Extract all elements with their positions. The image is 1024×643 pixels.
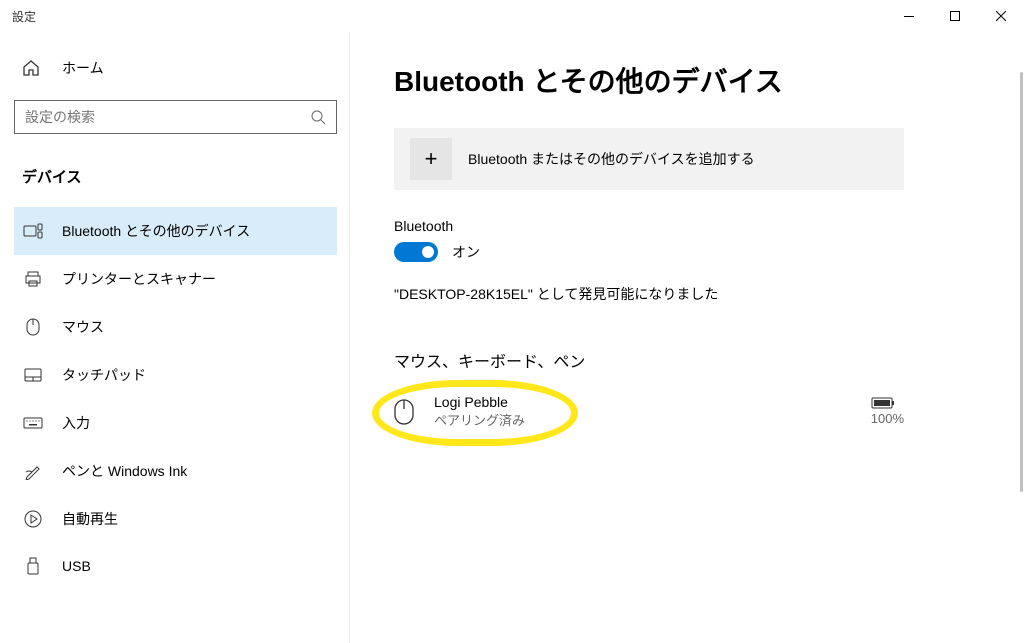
mouse-icon (22, 318, 44, 336)
search-icon (311, 110, 326, 125)
sidebar-item-bluetooth[interactable]: Bluetooth とその他のデバイス (14, 207, 337, 255)
titlebar: 設定 (0, 0, 1024, 32)
close-button[interactable] (978, 0, 1024, 32)
maximize-button[interactable] (932, 0, 978, 32)
keyboard-icon (22, 417, 44, 429)
sidebar-item-label: 入力 (62, 413, 90, 433)
add-device-label: Bluetooth またはその他のデバイスを追加する (468, 149, 755, 169)
close-icon (996, 11, 1006, 21)
sidebar-item-touchpad[interactable]: タッチパッド (14, 351, 337, 399)
bluetooth-state: オン (452, 242, 480, 262)
sidebar-category: デバイス (14, 158, 337, 195)
minimize-icon (904, 16, 914, 17)
home-icon (22, 59, 44, 77)
sidebar-item-autoplay[interactable]: 自動再生 (14, 495, 337, 543)
bluetooth-devices-icon (22, 223, 44, 239)
sidebar-item-printers[interactable]: プリンターとスキャナー (14, 255, 337, 303)
battery-icon (871, 397, 904, 409)
sidebar-item-label: マウス (62, 317, 104, 337)
home-label: ホーム (62, 58, 104, 78)
titlebar-controls (886, 0, 1024, 32)
device-row[interactable]: Logi Pebble ペアリング済み 100% (394, 390, 904, 433)
page-title: Bluetooth とその他のデバイス (394, 60, 980, 100)
usb-icon (22, 557, 44, 575)
mouse-icon (394, 399, 418, 425)
sidebar-item-typing[interactable]: 入力 (14, 399, 337, 447)
sidebar: ホーム デバイス Bluetooth とその他のデバイス プリンターとスキャナー (0, 32, 350, 643)
device-info: Logi Pebble ペアリング済み (434, 394, 871, 429)
scrollbar-thumb[interactable] (1020, 72, 1023, 492)
sidebar-item-label: プリンターとスキャナー (62, 269, 216, 289)
main-content: Bluetooth とその他のデバイス + Bluetooth またはその他のデ… (350, 32, 1024, 643)
home-button[interactable]: ホーム (14, 46, 337, 90)
battery-percent: 100% (871, 411, 904, 426)
sidebar-item-label: 自動再生 (62, 509, 118, 529)
device-category-label: マウス、キーボード、ペン (394, 348, 980, 372)
plus-icon: + (410, 138, 452, 180)
touchpad-icon (22, 368, 44, 382)
sidebar-item-label: ペンと Windows Ink (62, 461, 187, 481)
autoplay-icon (22, 510, 44, 528)
sidebar-item-pen[interactable]: ペンと Windows Ink (14, 447, 337, 495)
search-box[interactable] (14, 100, 337, 134)
sidebar-item-mouse[interactable]: マウス (14, 303, 337, 351)
sidebar-item-label: タッチパッド (62, 365, 146, 385)
search-input[interactable] (25, 109, 311, 125)
sidebar-item-label: Bluetooth とその他のデバイス (62, 221, 250, 241)
bluetooth-toggle-row: オン (394, 242, 980, 262)
bluetooth-label: Bluetooth (394, 218, 980, 234)
bluetooth-toggle[interactable] (394, 242, 438, 262)
scrollbar[interactable] (1020, 72, 1023, 632)
battery-info: 100% (871, 397, 904, 426)
window-title: 設定 (12, 8, 36, 25)
pen-icon (22, 462, 44, 480)
sidebar-item-label: USB (62, 558, 91, 574)
minimize-button[interactable] (886, 0, 932, 32)
printer-icon (22, 270, 44, 288)
add-device-button[interactable]: + Bluetooth またはその他のデバイスを追加する (394, 128, 904, 190)
sidebar-item-usb[interactable]: USB (14, 543, 337, 589)
discoverable-text: "DESKTOP-28K15EL" として発見可能になりました (394, 284, 980, 304)
device-name: Logi Pebble (434, 394, 871, 410)
device-status: ペアリング済み (434, 410, 871, 429)
maximize-icon (950, 11, 960, 21)
